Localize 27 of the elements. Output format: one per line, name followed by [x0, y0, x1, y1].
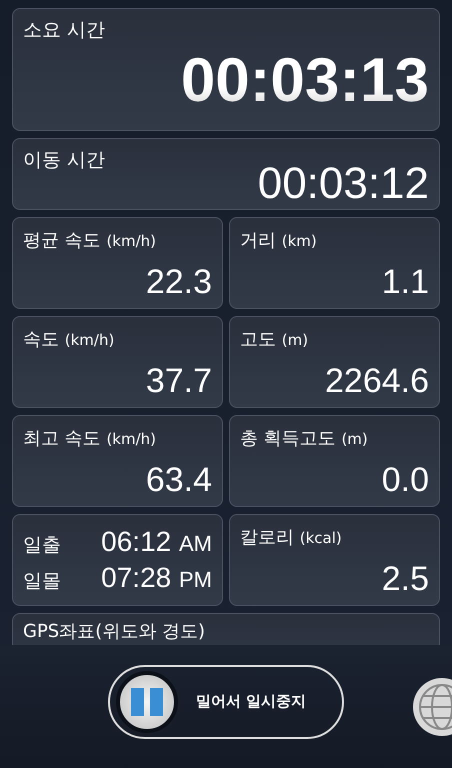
- time-label: 이동 시간: [23, 148, 106, 173]
- slider-label: 밀어서 일시중지: [196, 692, 306, 711]
- stat-label: 최고 속도 (km/h): [23, 427, 158, 450]
- stat-label: 총 획득고도 (m): [240, 427, 369, 450]
- stat-label: 거리 (km): [240, 229, 318, 252]
- stat-value: 1.1: [382, 263, 429, 302]
- stat-value: 63.4: [146, 461, 212, 500]
- time-value: 00:03:12: [258, 159, 429, 209]
- pause-icon: [129, 686, 165, 716]
- stat-label: 고도 (m): [240, 328, 310, 351]
- sun-label: 일몰: [23, 569, 61, 594]
- stat-label: 평균 속도 (km/h): [23, 229, 158, 252]
- sun-label: 일출: [23, 533, 61, 558]
- stat-label: 칼로리 (kcal): [240, 526, 343, 549]
- stat-value: 2264.6: [325, 362, 429, 401]
- pause-slider[interactable]: 밀어서 일시중지: [108, 664, 344, 738]
- stat-value: 0.0: [382, 461, 429, 500]
- stat-label: 속도 (km/h): [23, 328, 116, 351]
- globe-icon[interactable]: [410, 677, 452, 737]
- stat-value: 2.5: [382, 560, 429, 599]
- gps-label: GPS좌표(위도와 경도): [23, 621, 205, 642]
- sun-time: 06:12 AM: [101, 526, 212, 558]
- stat-value: 37.7: [146, 362, 212, 401]
- slider-thumb[interactable]: [116, 670, 178, 732]
- sun-time: 07:28 PM: [101, 562, 212, 594]
- time-label: 소요 시간: [23, 18, 106, 43]
- stat-value: 22.3: [146, 263, 212, 302]
